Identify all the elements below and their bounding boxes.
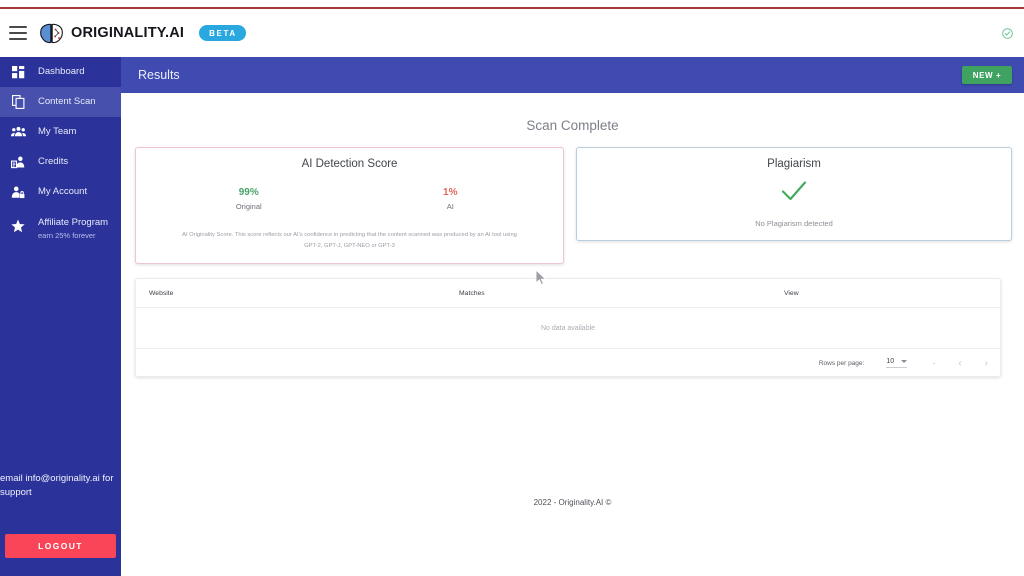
ai-score-value: 1% [443,187,458,198]
disclaimer-line-2: GPT-2, GPT-J, GPT-NEO or GPT-3 [304,242,395,249]
table-pagination: Rows per page: 10 - ‹ › [136,349,1000,377]
matches-table-card: Website Matches View No data available R… [135,278,1001,378]
original-score-value: 99% [238,187,259,198]
chevron-left-icon[interactable]: ‹ [958,358,961,369]
sidebar-item-content-scan[interactable]: Content Scan [0,87,121,117]
column-header-view: View [784,289,799,297]
green-checkmark-icon [781,181,807,201]
chevron-right-icon[interactable]: › [985,358,988,369]
new-scan-button[interactable]: NEW + [962,66,1012,84]
result-cards-row: AI Detection Score 99% Original 1% AI AI… [121,133,1024,265]
sidebar-item-affiliate-text: Affiliate Program earn 25% forever [38,212,108,240]
top-bar: ORIGINALITY.AI BETA [0,9,1024,57]
sidebar-item-my-team[interactable]: My Team [0,117,121,147]
support-email-text: email info@originality.ai for support [0,473,114,499]
main-content: Scan Complete AI Detection Score 99% Ori… [121,93,1024,576]
ai-card-title: AI Detection Score [301,158,398,170]
hamburger-menu-icon[interactable] [9,26,27,40]
sidebar-item-sublabel: earn 25% forever [38,231,96,240]
ai-score-disclaimer: AI Originality Score. This score reflect… [148,230,551,251]
sidebar-item-label: Dashboard [38,65,85,77]
sidebar-item-dashboard[interactable]: Dashboard [0,57,121,87]
sidebar-item-label: My Team [38,125,77,137]
original-score-label: Original [235,202,262,211]
scan-status-heading: Scan Complete [526,118,619,133]
sidebar-item-label: Affiliate Program [38,217,109,228]
mouse-cursor [535,269,547,286]
table-empty-message: No data available [136,308,1000,350]
pagination-range-text: - [933,359,936,367]
plagiarism-card-title: Plagiarism [767,158,821,170]
column-header-website: Website [149,289,174,297]
person-money-icon [7,156,29,169]
rows-per-page-label: Rows per page: [818,359,865,367]
disclaimer-line-1: AI Originality Score. This score reflect… [182,232,517,238]
chevron-down-icon [901,360,908,364]
plagiarism-result-icon-wrap [589,180,999,207]
sidebar-item-label: My Account [38,185,88,197]
original-score: 99% Original [148,187,350,211]
rows-per-page-value: 10 [886,358,895,366]
sidebar-item-label: Credits [38,155,69,167]
people-group-icon [7,126,29,138]
column-header-matches: Matches [459,289,485,297]
sidebar-item-my-account[interactable]: My Account [0,177,121,207]
results-header-bar: Results NEW + [121,57,1024,93]
sidebar-item-label: Content Scan [38,95,96,107]
ai-detection-score-card: AI Detection Score 99% Original 1% AI AI… [135,147,565,265]
rows-per-page-select[interactable]: 10 [886,358,908,369]
sidebar-item-affiliate-program[interactable]: Affiliate Program earn 25% forever [0,207,121,245]
ai-score-label: AI [446,202,454,211]
sidebar: Dashboard Content Scan My Team Credits M… [0,57,121,576]
brain-icon [40,23,63,43]
brand-logo[interactable]: ORIGINALITY.AI BETA [39,23,246,44]
brand-name: ORIGINALITY.AI [71,25,185,41]
person-lock-icon [7,186,29,199]
copy-documents-icon [7,95,29,109]
sidebar-item-credits[interactable]: Credits [0,147,121,177]
page-title: Results [138,68,180,82]
ai-score-values: 99% Original 1% AI [148,187,551,211]
check-circle-icon[interactable] [1002,27,1013,39]
plagiarism-card: Plagiarism No Plagiarism detected [576,147,1012,241]
footer-copyright: 2022 - Originality.AI © [533,498,612,507]
beta-badge: BETA [199,25,246,41]
top-bar-actions [1002,27,1013,39]
table-header-row: Website Matches View [136,279,1000,309]
grid-dashboard-icon [7,65,29,79]
app-root: ORIGINALITY.AI BETA Dashboard Content Sc… [0,0,1024,576]
logout-button[interactable]: LOGOUT [5,534,116,558]
ai-score: 1% AI [350,187,552,211]
star-icon [7,219,29,233]
plagiarism-message: No Plagiarism detected [755,219,833,228]
